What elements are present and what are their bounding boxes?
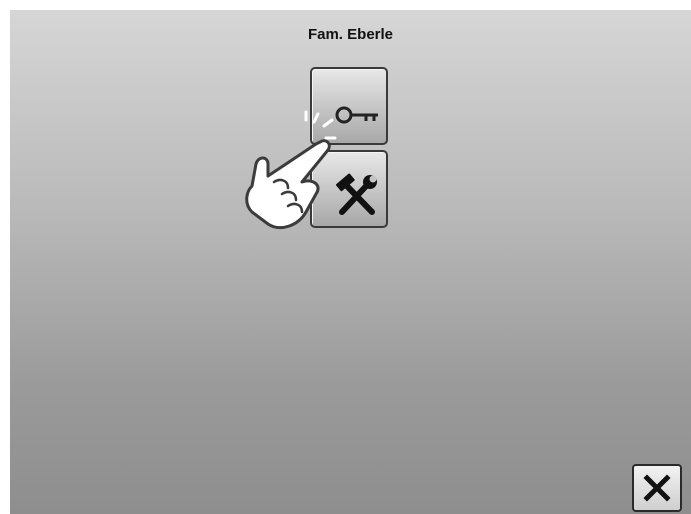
close-icon bbox=[643, 474, 671, 502]
screen: Fam. Eberle bbox=[10, 10, 691, 514]
key-button[interactable] bbox=[310, 67, 388, 145]
close-button[interactable] bbox=[632, 464, 682, 512]
tools-icon bbox=[335, 173, 377, 215]
settings-button[interactable] bbox=[310, 150, 388, 228]
page-title: Fam. Eberle bbox=[307, 26, 394, 43]
key-icon bbox=[335, 106, 378, 124]
